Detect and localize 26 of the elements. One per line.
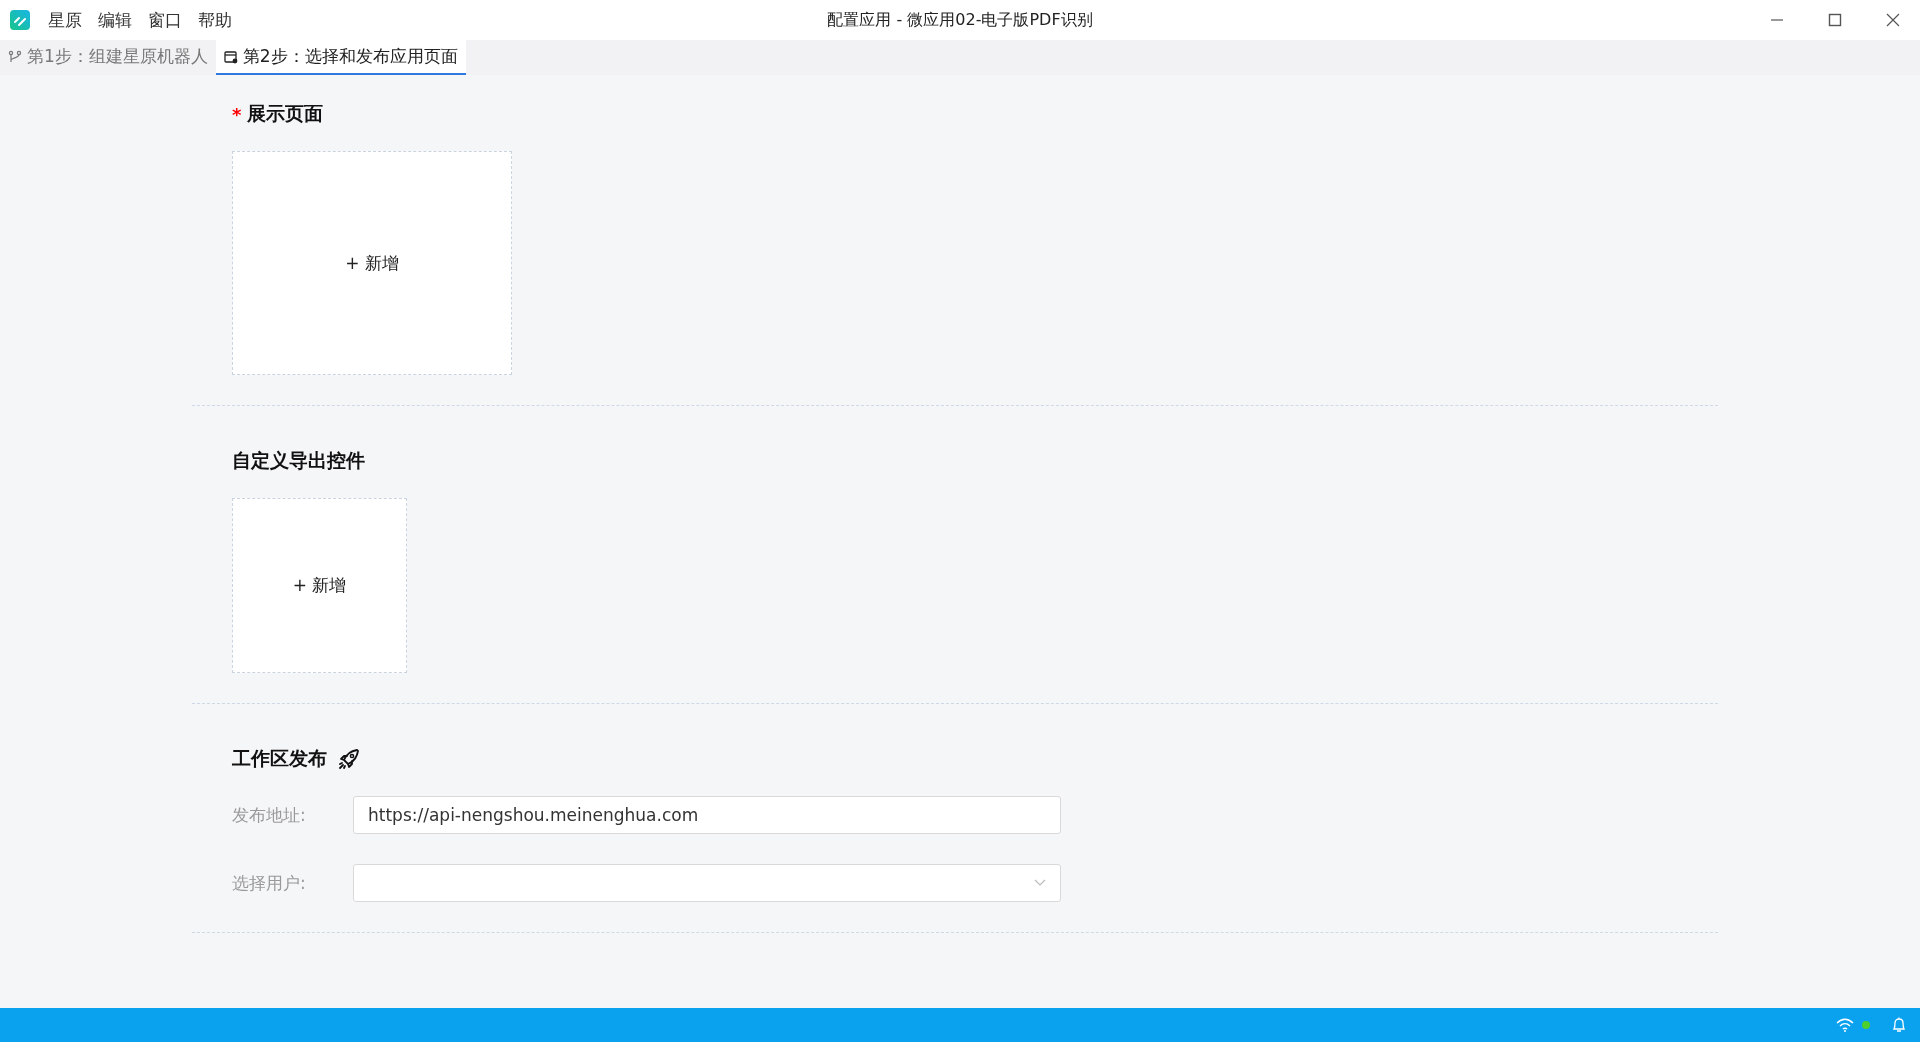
required-asterisk: * bbox=[232, 103, 242, 125]
user-select-field[interactable] bbox=[353, 864, 1061, 902]
menu-item[interactable]: 编辑 bbox=[98, 8, 132, 32]
field-label: 选择用户: bbox=[232, 871, 307, 895]
add-card-button[interactable]: + 新增 bbox=[232, 151, 512, 375]
field-label: 发布地址: bbox=[232, 803, 307, 827]
window-gear-icon bbox=[223, 49, 238, 64]
branch-icon bbox=[8, 49, 22, 64]
add-card-button[interactable]: + 新增 bbox=[232, 498, 407, 673]
menu-item[interactable]: 窗口 bbox=[148, 8, 182, 32]
window-title: 配置应用 - 微应用02-电子版PDF识别 bbox=[827, 9, 1093, 31]
app-logo-icon bbox=[10, 10, 30, 30]
url-input-field[interactable]: https://api-nengshou.meinenghua.com bbox=[353, 796, 1061, 834]
chevron-down-icon bbox=[1034, 879, 1046, 887]
menu-item[interactable]: 帮助 bbox=[198, 8, 232, 32]
section-heading: 展示页面 bbox=[247, 101, 324, 126]
bell-icon[interactable] bbox=[1892, 1017, 1906, 1033]
close-icon[interactable] bbox=[1886, 13, 1900, 27]
menu-item[interactable]: 星原 bbox=[48, 8, 82, 32]
wifi-icon bbox=[1836, 1018, 1854, 1032]
rocket-icon bbox=[337, 747, 361, 771]
maximize-icon[interactable] bbox=[1828, 13, 1842, 27]
section-heading: 工作区发布 bbox=[232, 746, 327, 771]
step-tab[interactable]: 第2步：选择和发布应用页面 bbox=[215, 40, 466, 75]
step-tab[interactable]: 第1步：组建星原机器人 bbox=[0, 40, 216, 75]
section-heading: 自定义导出控件 bbox=[232, 448, 365, 473]
